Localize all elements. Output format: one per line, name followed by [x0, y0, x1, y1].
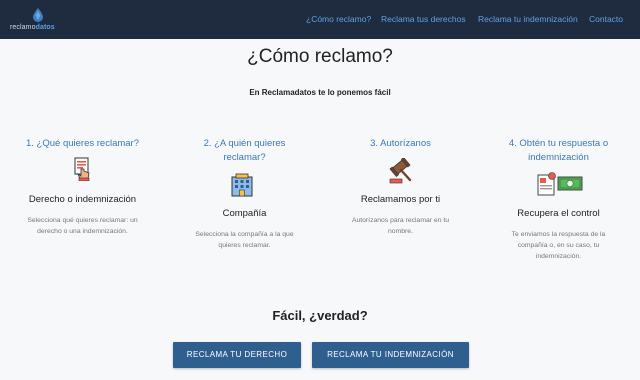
logo-text: reclamodatos [10, 24, 55, 31]
step-2-description: Selecciona la compañía a la que quieres … [172, 229, 317, 251]
top-navbar: reclamodatos ¿Cómo reclamo? Reclama tus … [0, 0, 640, 39]
drop-logo-icon [33, 8, 43, 22]
step-4-title-line-2: indemnización [528, 152, 589, 163]
reclama-derecho-button[interactable]: RECLAMA TU DERECHO [173, 342, 301, 368]
step-3-desc-line-2: nombre. [388, 228, 413, 235]
step-4-desc-line-2: compañía o, en su caso, tu [517, 242, 600, 249]
step-3-description: Autorízanos para reclamar en tu nombre. [328, 215, 473, 237]
hand-document-icon [74, 157, 90, 181]
step-3-heading: Reclamamos por ti [360, 194, 441, 205]
step-4-heading: Recupera el control [517, 208, 600, 219]
reclama-indemnizacion-button[interactable]: RECLAMA TU INDEMNIZACIÓN [312, 342, 469, 368]
step-2-heading: Compañía [222, 208, 267, 219]
step-4-desc-line-1: Te enviamos la respuesta de la [511, 231, 606, 238]
step-2-title: 2. ¿A quién quieres reclamar? [172, 137, 317, 165]
page-subtitle: En Reclamadatos te lo ponemos fácil [249, 88, 391, 97]
step-1-desc-line-1: Selecciona qué quieres reclamar: un [27, 217, 138, 224]
step-1-desc-line-2: derecho o una indemnización. [37, 228, 128, 235]
nav-link-contacto[interactable]: Contacto [589, 14, 623, 24]
step-2-title-line-1: 2. ¿A quién quieres [203, 138, 286, 149]
building-icon [231, 173, 253, 197]
step-4-title-line-1: 4. Obtén tu respuesta o [508, 138, 609, 149]
step-2-title-line-2: reclamar? [223, 152, 266, 163]
nav-link-reclama-derechos[interactable]: Reclama tus derechos [381, 14, 466, 24]
money-transfer-icon [537, 172, 583, 196]
gavel-icon [389, 158, 412, 184]
logo[interactable]: reclamodatos [10, 8, 70, 34]
nav-link-como-reclamo[interactable]: ¿Cómo reclamo? [306, 14, 371, 24]
step-3-desc-line-1: Autorízanos para reclamar en tu [351, 217, 450, 224]
step-4-title: 4. Obtén tu respuesta o indemnización [486, 137, 631, 165]
nav-link-reclama-indemnizacion[interactable]: Reclama tu indemnización [478, 14, 578, 24]
step-4-desc-line-3: indemnización. [535, 253, 582, 260]
cta-heading: Fácil, ¿verdad? [272, 308, 368, 323]
step-2-desc-line-2: quieres reclamar. [218, 242, 271, 249]
step-2-desc-line-1: Selecciona la compañía a la que [195, 231, 294, 238]
step-3-title: 3. Autorízanos [370, 138, 431, 149]
step-4-description: Te enviamos la respuesta de la compañía … [486, 229, 631, 262]
step-1-title: 1. ¿Qué quieres reclamar? [26, 138, 139, 149]
step-1-heading: Derecho o indemnización [28, 194, 137, 205]
page-title: ¿Cómo reclamo? [247, 46, 393, 67]
step-1-description: Selecciona qué quieres reclamar: un dere… [10, 215, 155, 237]
